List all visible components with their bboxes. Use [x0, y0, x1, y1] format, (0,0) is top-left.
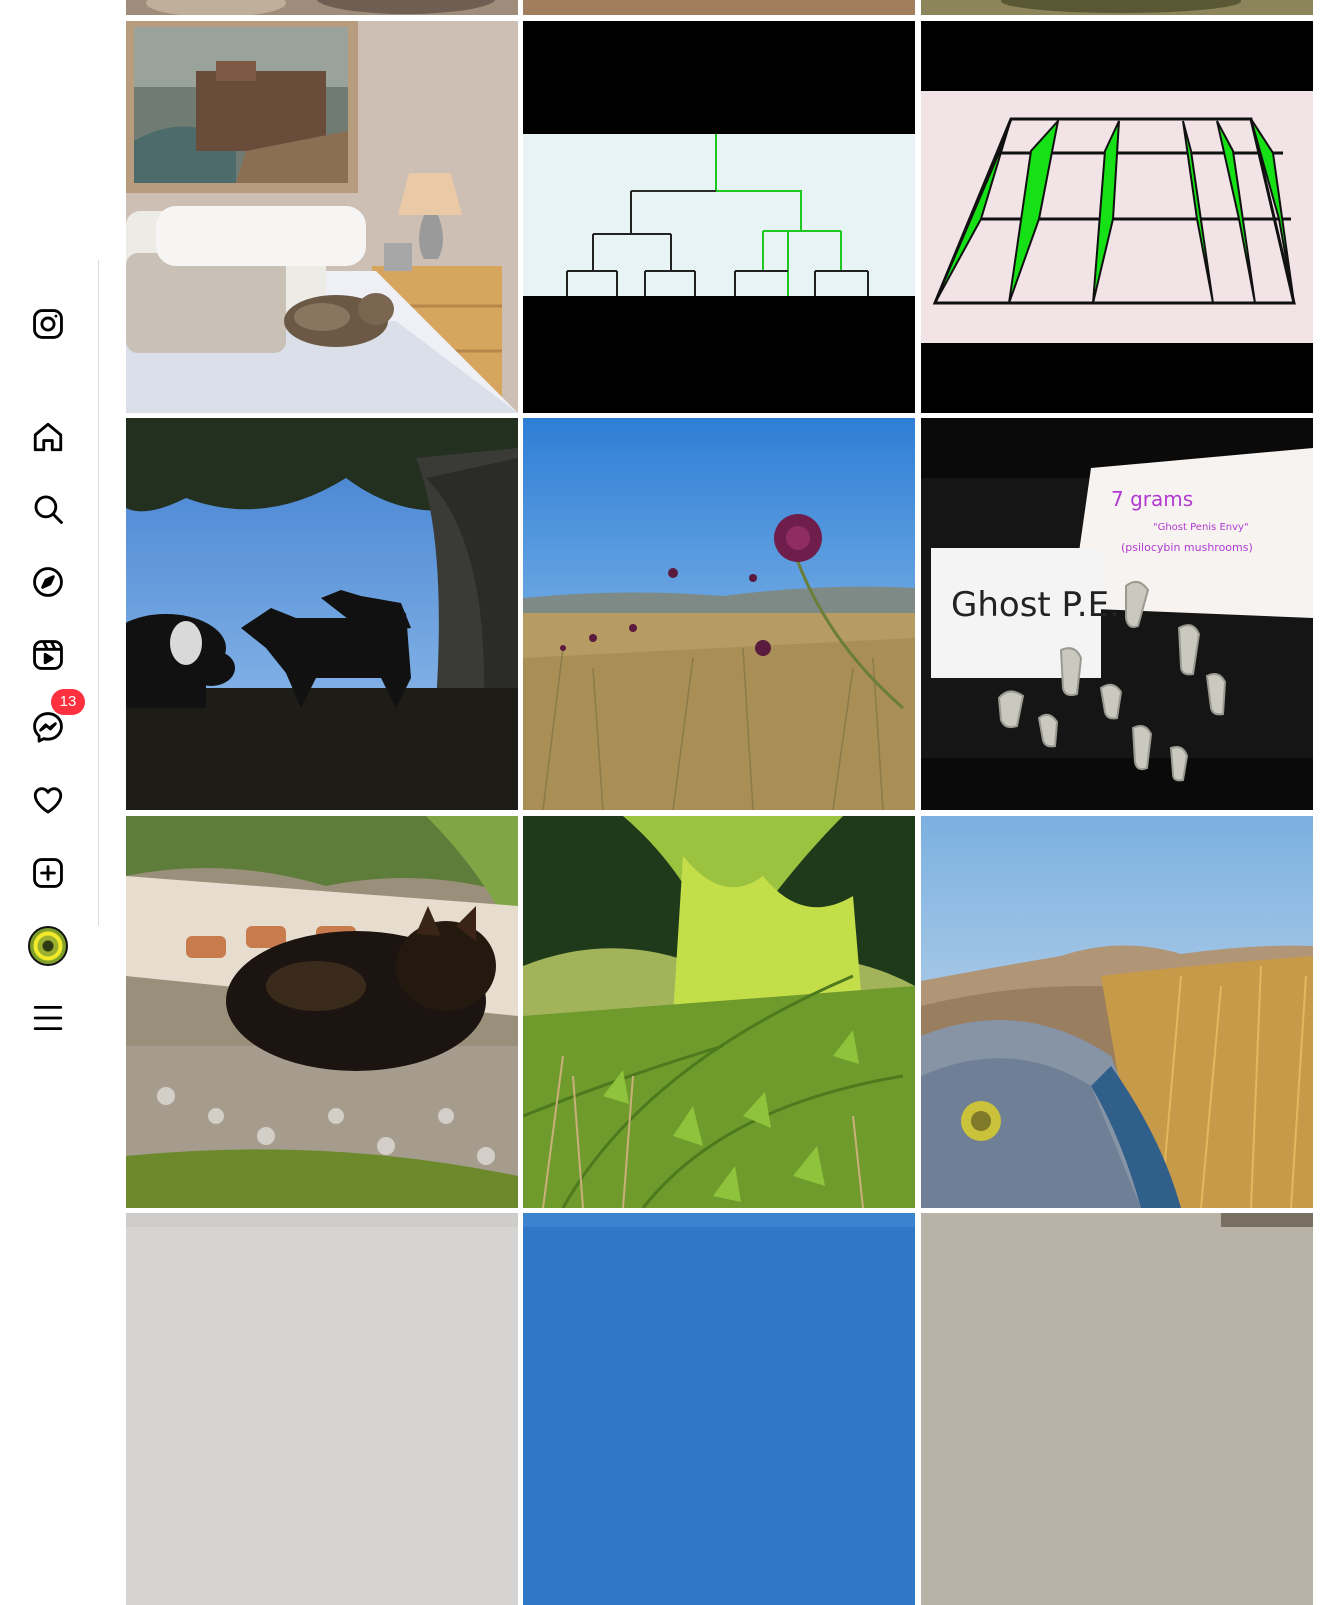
post-tile[interactable] [126, 0, 518, 15]
plus-square-icon [33, 858, 63, 888]
post-image-green-drawing [921, 21, 1313, 413]
post-image-dendrogram [523, 21, 915, 413]
avatar [28, 926, 68, 966]
heart-icon [33, 787, 63, 814]
sidebar-divider [98, 260, 99, 926]
post-image-cows-tree [126, 418, 518, 810]
note-grams: 7 grams [1111, 487, 1193, 511]
nav-notifications[interactable] [24, 776, 72, 824]
home-icon [33, 422, 63, 452]
post-tile[interactable] [523, 418, 915, 810]
note-strain: "Ghost Penis Envy" [1153, 522, 1249, 533]
post-tile[interactable] [126, 1213, 518, 1605]
post-tile[interactable] [921, 816, 1313, 1208]
post-image-meadow-flower [523, 418, 915, 810]
post-image-mushrooms-note: 7 grams "Ghost Penis Envy" (psilocybin m… [921, 418, 1313, 810]
post-tile[interactable] [921, 1213, 1313, 1605]
instagram-icon [33, 309, 63, 339]
reels-icon [33, 640, 63, 670]
nav-create[interactable] [24, 849, 72, 897]
instagram-logo-button[interactable] [24, 300, 72, 348]
nav-reels[interactable] [24, 631, 72, 679]
post-tile[interactable] [921, 0, 1313, 15]
sidebar-nav: 13 [0, 0, 98, 1227]
nav-home[interactable] [24, 413, 72, 461]
post-image-partial-room [921, 1213, 1313, 1605]
post-tile[interactable] [523, 21, 915, 413]
post-tile[interactable] [126, 816, 518, 1208]
post-image-ground [523, 0, 915, 15]
post-image-partial-light [126, 1213, 518, 1605]
nav-profile[interactable] [24, 922, 72, 970]
post-tile[interactable] [523, 1213, 915, 1605]
post-tile[interactable] [523, 0, 915, 15]
post-image-brush [921, 0, 1313, 15]
post-tile[interactable] [523, 816, 915, 1208]
post-image-tent-hills [921, 816, 1313, 1208]
nav-messages[interactable]: 13 [24, 689, 85, 751]
messenger-icon [33, 712, 63, 743]
post-image-black-cat [126, 816, 518, 1208]
posts-grid: 7 grams "Ghost Penis Envy" (psilocybin m… [126, 0, 1313, 1605]
note-type: (psilocybin mushrooms) [1121, 541, 1253, 554]
post-tile[interactable] [921, 21, 1313, 413]
menu-icon [33, 1005, 63, 1031]
post-image-ferns [523, 816, 915, 1208]
post-image-cat-bedroom [126, 21, 518, 413]
compass-icon [33, 567, 63, 597]
search-icon [34, 495, 63, 524]
nav-more[interactable] [24, 994, 72, 1042]
post-tile[interactable] [126, 418, 518, 810]
post-image-rocks [126, 0, 518, 15]
nav-explore[interactable] [24, 558, 72, 606]
messages-badge: 13 [51, 689, 85, 715]
post-tile[interactable] [126, 21, 518, 413]
nav-search[interactable] [24, 485, 72, 533]
bag-label: Ghost P.E. [951, 585, 1120, 625]
post-tile[interactable]: 7 grams "Ghost Penis Envy" (psilocybin m… [921, 418, 1313, 810]
post-image-partial-sky [523, 1213, 915, 1605]
